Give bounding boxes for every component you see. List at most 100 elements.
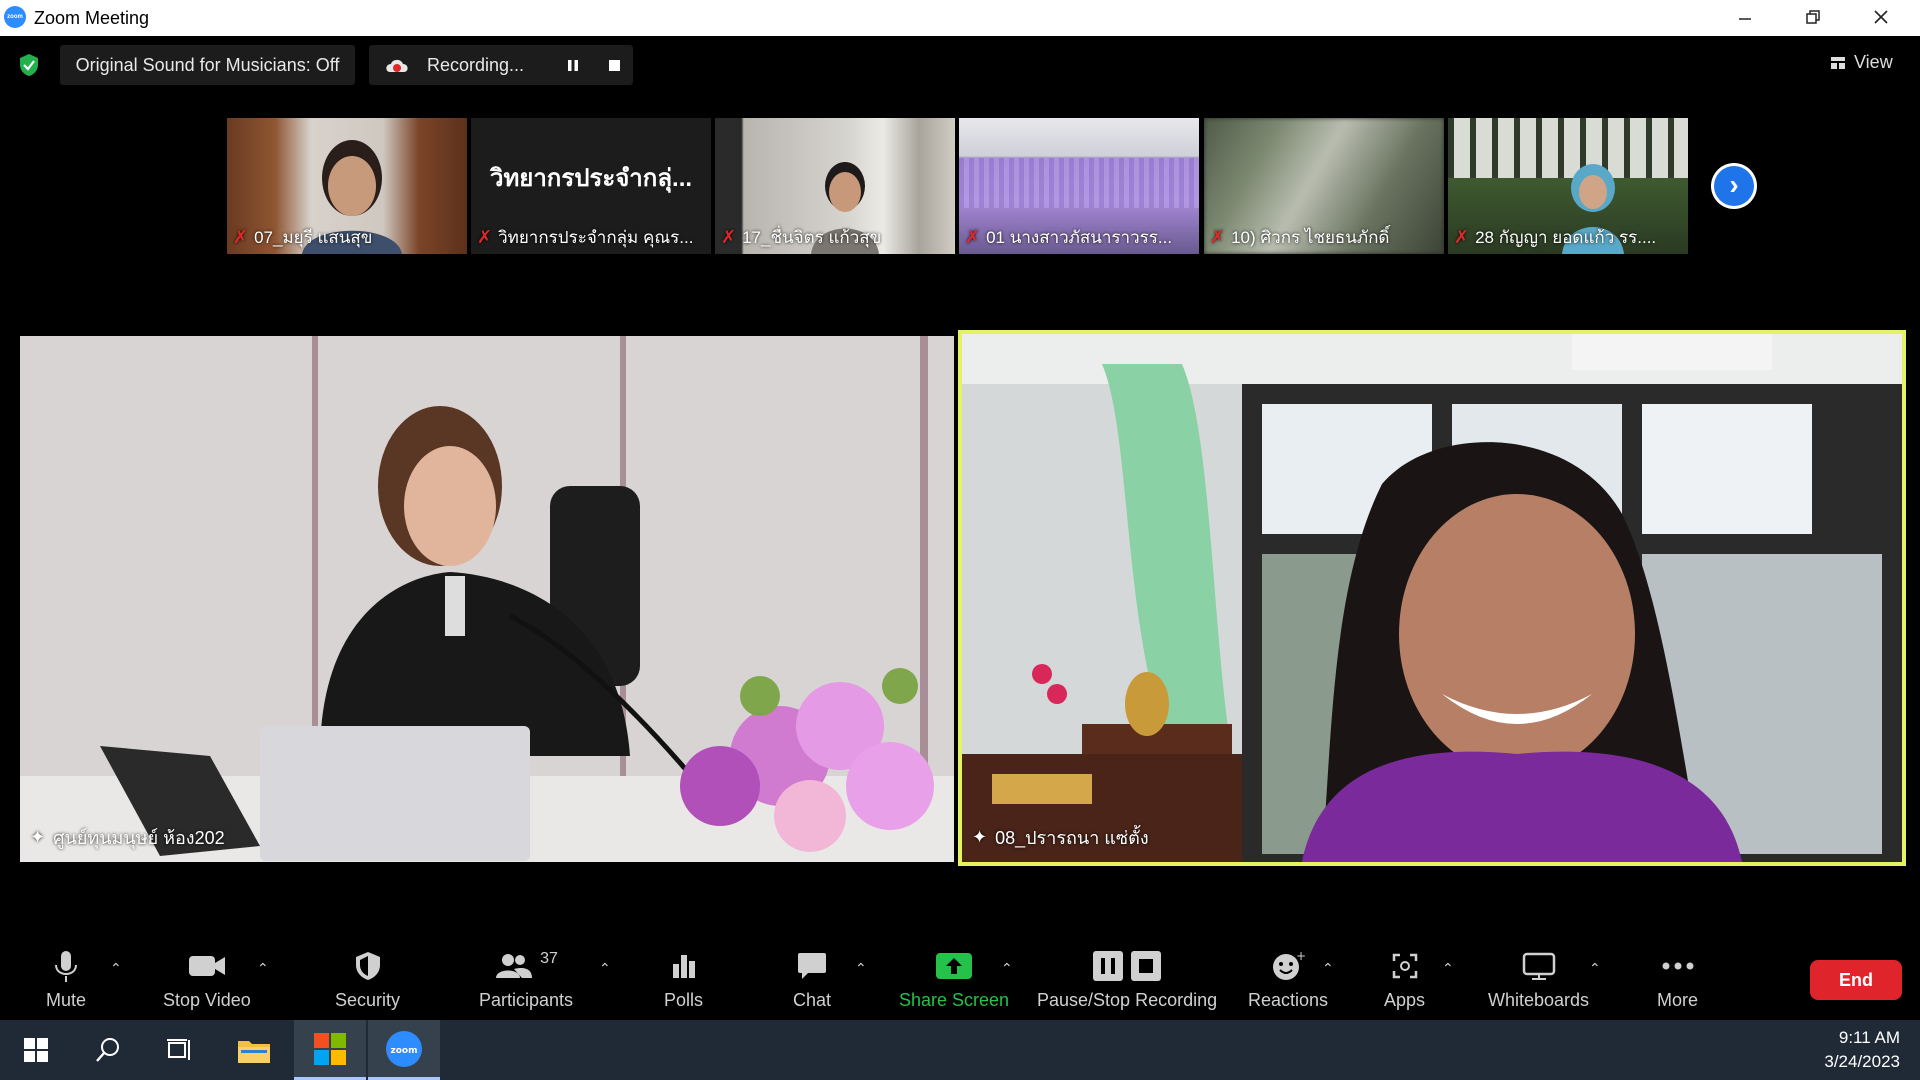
restore-icon: [1806, 10, 1820, 24]
shield-icon: [355, 952, 380, 980]
store-button[interactable]: [294, 1020, 366, 1080]
participant-video-scene: [20, 336, 954, 862]
reactions-options-caret[interactable]: ⌃: [1322, 960, 1334, 977]
participants-count: 37: [540, 950, 558, 967]
polls-icon: [672, 955, 695, 978]
mute-label: Mute: [46, 990, 87, 1010]
participant-thumbnail[interactable]: ✗ 28 กัญญา ยอดแก้ว รร....: [1448, 118, 1688, 254]
mic-muted-icon: ✗: [477, 227, 493, 247]
pause-stop-recording-button[interactable]: Pause/Stop Recording: [1037, 948, 1217, 1011]
end-meeting-button[interactable]: End: [1810, 960, 1902, 1000]
mic-muted-icon: ✗: [1454, 227, 1470, 247]
stop-icon: [609, 60, 620, 71]
cloud-recording-icon: [386, 59, 408, 72]
original-sound-label: Original Sound for Musicians: Off: [75, 54, 340, 75]
thumbnail-name: ✗ วิทยากรประจำกลุ่ม คุณร...: [477, 227, 694, 247]
whiteboards-label: Whiteboards: [1488, 990, 1590, 1010]
participant-thumbnail[interactable]: วิทยากรประจำกลุ่... ✗ วิทยากรประจำกลุ่ม ค…: [471, 118, 711, 254]
next-page-button[interactable]: ›: [1711, 163, 1757, 209]
chat-options-caret[interactable]: ⌃: [855, 960, 867, 977]
os-taskbar: zoom 9:11 AM 3/24/2023: [0, 1020, 1920, 1080]
microphone-icon: [55, 951, 78, 982]
system-clock[interactable]: 9:11 AM 3/24/2023: [1824, 1026, 1900, 1074]
clock-time: 9:11 AM: [1838, 1028, 1900, 1047]
participants-button[interactable]: 37 Participants: [479, 948, 573, 1011]
video-tile[interactable]: ✦ ศูนย์ทุนมนุษย์ ห้อง202: [20, 336, 954, 862]
polls-button[interactable]: Polls: [664, 948, 703, 1011]
meeting-toolbar: Mute ⌃ Stop Video ⌃ Security 37 Particip…: [0, 930, 1920, 1020]
pause-icon: [568, 60, 578, 71]
share-screen-button[interactable]: Share Screen: [899, 948, 1009, 1011]
task-view-button[interactable]: [144, 1020, 216, 1080]
recording-indicator: Recording...: [369, 45, 633, 85]
participants-options-caret[interactable]: ⌃: [599, 960, 611, 977]
whiteboard-icon: [1522, 952, 1555, 980]
original-sound-toggle[interactable]: Original Sound for Musicians: Off: [60, 45, 355, 85]
start-button[interactable]: [0, 1020, 72, 1080]
tile-name: ✦ 08_ปรารถนา แซ่ตั้ง: [972, 827, 1149, 848]
mic-muted-icon: ✗: [965, 227, 981, 247]
tile-name: ✦ ศูนย์ทุนมนุษย์ ห้อง202: [30, 827, 225, 848]
video-camera-icon: [188, 956, 225, 976]
audio-options-caret[interactable]: ⌃: [110, 960, 122, 977]
thumbnail-name: ✗ 28 กัญญา ยอดแก้ว รร....: [1454, 227, 1657, 247]
search-button[interactable]: [72, 1020, 144, 1080]
whiteboards-options-caret[interactable]: ⌃: [1589, 960, 1601, 977]
windows-logo-icon: [24, 1038, 48, 1062]
stop-recording-button[interactable]: [607, 57, 621, 73]
apps-button[interactable]: Apps: [1384, 948, 1425, 1011]
share-options-caret[interactable]: ⌃: [1001, 960, 1013, 977]
chat-button[interactable]: Chat: [793, 948, 831, 1011]
mic-muted-icon: ✗: [721, 227, 737, 247]
minimize-button[interactable]: [1715, 0, 1775, 34]
security-button[interactable]: Security: [335, 948, 400, 1011]
thumbnail-name: ✗ 01 นางสาวภัสนาราวรร...: [965, 227, 1173, 247]
store-grid-icon: [314, 1032, 346, 1065]
grid-view-icon: [1831, 56, 1845, 69]
restore-button[interactable]: [1783, 0, 1843, 34]
whiteboards-button[interactable]: Whiteboards: [1488, 948, 1589, 1011]
participants-label: Participants: [479, 990, 574, 1010]
apps-options-caret[interactable]: ⌃: [1442, 960, 1454, 977]
chat-icon: [798, 953, 827, 979]
mic-muted-icon: ✗: [1210, 227, 1226, 247]
encryption-shield-icon[interactable]: [18, 53, 40, 77]
participant-video-scene: [962, 334, 1902, 862]
chat-label: Chat: [793, 990, 832, 1010]
more-label: More: [1657, 990, 1699, 1010]
chevron-right-icon: ›: [1714, 166, 1754, 206]
close-button[interactable]: [1851, 0, 1911, 34]
pin-icon: ✦: [972, 827, 988, 847]
thumbnail-name: ✗ 17_ชื่นจิตร แก้วสุข: [721, 227, 882, 247]
share-screen-label: Share Screen: [899, 990, 1010, 1010]
polls-label: Polls: [664, 990, 704, 1010]
view-button[interactable]: View: [1830, 52, 1893, 73]
reactions-label: Reactions: [1248, 990, 1329, 1010]
participant-thumbnail[interactable]: ✗ 10) ศิวกร ไชยธนภักดิ์: [1204, 118, 1444, 254]
more-button[interactable]: More: [1657, 948, 1698, 1011]
pause-stop-recording-icon: [1093, 951, 1162, 981]
mute-button[interactable]: Mute: [46, 948, 86, 1011]
close-icon: [1874, 10, 1888, 24]
svg-text:+: +: [1296, 950, 1305, 963]
recording-label: Recording...: [427, 54, 525, 75]
reactions-button[interactable]: + Reactions: [1248, 948, 1328, 1011]
active-speaker-tile[interactable]: ✦ 08_ปรารถนา แซ่ตั้ง: [958, 330, 1906, 866]
apps-icon: [1392, 953, 1417, 979]
zoom-taskbar-button[interactable]: zoom: [368, 1020, 440, 1080]
participant-thumbnail[interactable]: ✗ 17_ชื่นจิตร แก้วสุข: [715, 118, 955, 254]
security-label: Security: [335, 990, 401, 1010]
search-icon: [96, 1038, 119, 1062]
thumbnail-name: ✗ 10) ศิวกร ไชยธนภักดิ์: [1210, 227, 1390, 247]
video-options-caret[interactable]: ⌃: [257, 960, 269, 977]
pause-stop-recording-label: Pause/Stop Recording: [1037, 990, 1218, 1010]
pin-icon: ✦: [30, 827, 46, 847]
file-explorer-button[interactable]: [218, 1020, 290, 1080]
zoom-logo-icon: zoom: [4, 6, 26, 28]
pause-recording-button[interactable]: [566, 57, 580, 73]
view-label: View: [1854, 52, 1893, 72]
participant-thumbnail[interactable]: ✗ 07_มยุรี แสนสุข: [227, 118, 467, 254]
stop-video-button[interactable]: Stop Video: [163, 948, 251, 1011]
participant-thumbnail[interactable]: ✗ 01 นางสาวภัสนาราวรร...: [959, 118, 1199, 254]
svg-text:zoom: zoom: [391, 1046, 418, 1056]
